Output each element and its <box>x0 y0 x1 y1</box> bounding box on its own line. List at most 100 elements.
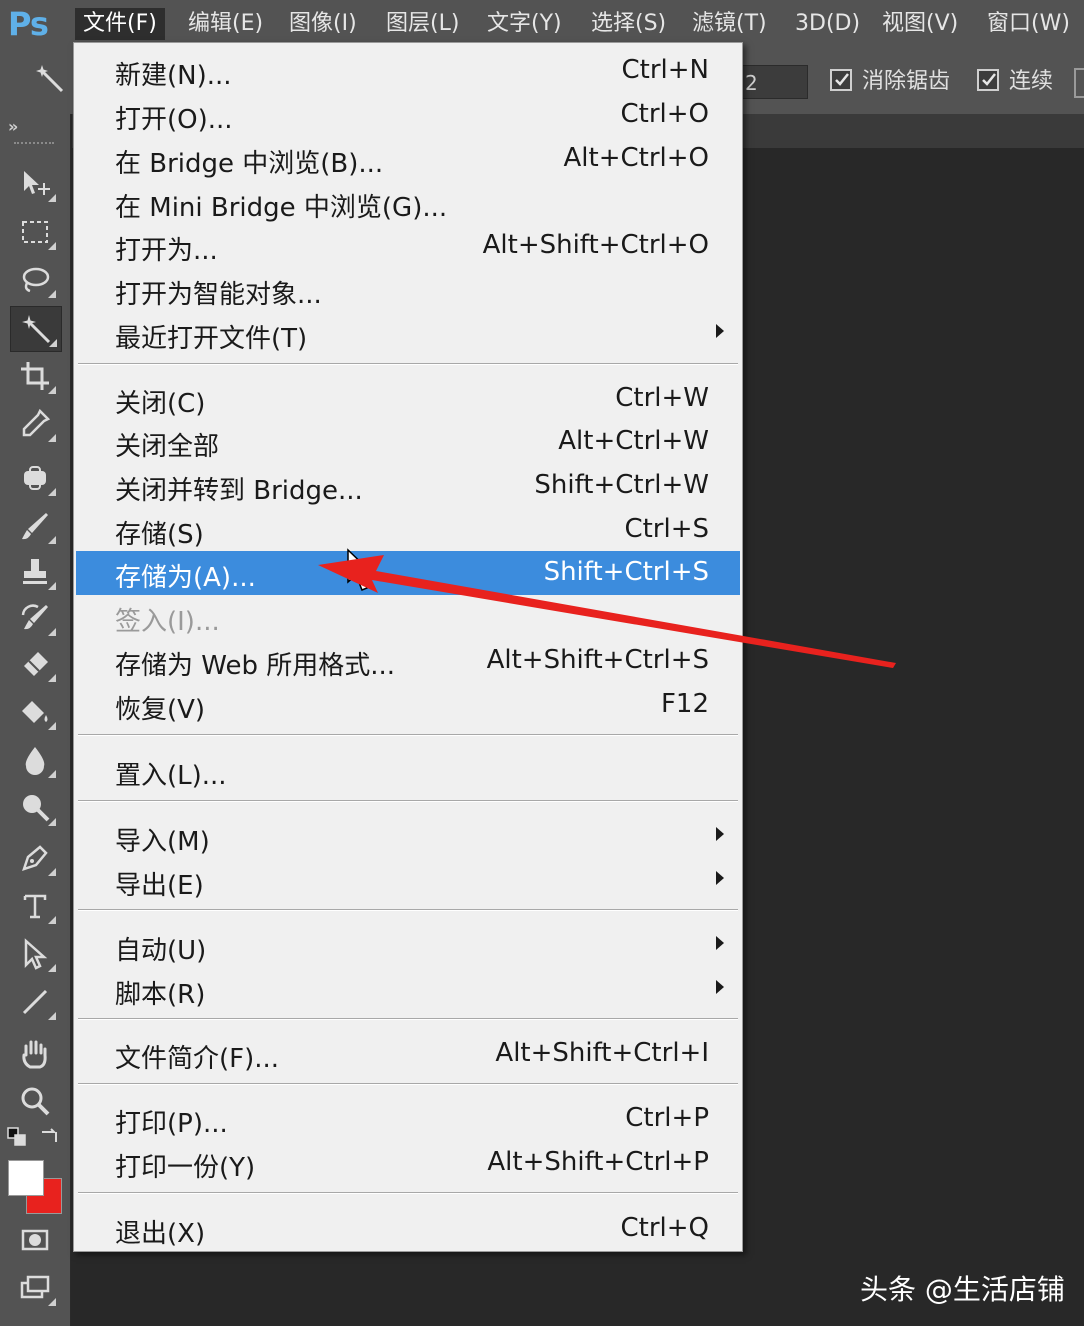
menu-item-open-recent[interactable]: 最近打开文件(T) <box>74 312 742 356</box>
default-colors-icon[interactable] <box>4 1124 30 1150</box>
menu-item-automate[interactable]: 自动(U) <box>74 924 742 968</box>
magic-wand-preset-icon[interactable] <box>26 58 76 102</box>
menu-item-open-as[interactable]: 打开为... Alt+Shift+Ctrl+O <box>74 224 742 268</box>
menu-separator <box>78 1018 738 1020</box>
menu-item-shortcut: F12 <box>660 689 709 719</box>
brush-tool-icon[interactable] <box>10 504 60 548</box>
magic-wand-tool-icon[interactable] <box>10 306 62 352</box>
menu-item-import[interactable]: 导入(M) <box>74 815 742 859</box>
menu-item-label: 脚本(R) <box>115 980 206 1010</box>
menu-separator <box>78 734 738 736</box>
menu-item-shortcut: Ctrl+P <box>625 1103 709 1133</box>
menu-item-shortcut: Ctrl+W <box>615 383 709 413</box>
menu-type[interactable]: 文字(Y) <box>479 8 570 40</box>
menu-item-shortcut: Ctrl+O <box>620 99 709 129</box>
menu-item-label: 存储为 Web 所用格式... <box>115 651 396 681</box>
menu-item-label: 最近打开文件(T) <box>115 324 308 354</box>
zoom-tool-icon[interactable] <box>10 1080 60 1124</box>
menu-item-shortcut: Ctrl+N <box>621 55 710 85</box>
menu-item-label: 在 Bridge 中浏览(B)... <box>115 149 384 179</box>
crop-tool-icon[interactable] <box>10 354 60 398</box>
menu-item-file-info[interactable]: 文件简介(F)... Alt+Shift+Ctrl+I <box>74 1032 742 1076</box>
menu-item-check-in: 签入(I)... <box>74 595 742 639</box>
menu-item-save-for-web[interactable]: 存储为 Web 所用格式... Alt+Shift+Ctrl+S <box>74 639 742 683</box>
menu-item-browse-in-mini-bridge[interactable]: 在 Mini Bridge 中浏览(G)... <box>74 181 742 225</box>
menu-item-close[interactable]: 关闭(C) Ctrl+W <box>74 377 742 421</box>
menu-item-save-as[interactable]: 存储为(A)... Shift+Ctrl+S <box>76 551 740 595</box>
path-selection-tool-icon[interactable] <box>10 932 60 976</box>
menu-file[interactable]: 文件(F) <box>75 8 165 40</box>
menu-item-print-one-copy[interactable]: 打印一份(Y) Alt+Shift+Ctrl+P <box>74 1141 742 1185</box>
menu-select[interactable]: 选择(S) <box>583 8 674 40</box>
antialias-checkbox[interactable]: 消除锯齿 <box>830 67 950 97</box>
menu-separator <box>78 800 738 802</box>
blur-tool-icon[interactable] <box>10 738 60 782</box>
menu-item-open-as-smart-object[interactable]: 打开为智能对象... <box>74 268 742 312</box>
menu-item-print[interactable]: 打印(P)... Ctrl+P <box>74 1097 742 1141</box>
eyedropper-tool-icon[interactable] <box>10 402 60 446</box>
move-tool-icon[interactable] <box>10 162 60 206</box>
menu-item-save[interactable]: 存储(S) Ctrl+S <box>74 508 742 552</box>
menu-item-browse-in-bridge[interactable]: 在 Bridge 中浏览(B)... Alt+Ctrl+O <box>74 137 742 181</box>
pen-tool-icon[interactable] <box>10 836 60 880</box>
menu-item-shortcut: Alt+Shift+Ctrl+I <box>495 1038 709 1068</box>
menu-item-revert[interactable]: 恢复(V) F12 <box>74 683 742 727</box>
tolerance-input[interactable]: 2 <box>742 65 808 99</box>
menu-separator <box>78 363 738 365</box>
menu-3d[interactable]: 3D(D) <box>787 8 868 40</box>
menu-item-label: 退出(X) <box>115 1219 206 1249</box>
menu-item-label: 关闭(C) <box>115 389 206 419</box>
menu-image[interactable]: 图像(I) <box>281 8 365 40</box>
menu-item-new[interactable]: 新建(N)... Ctrl+N <box>74 49 742 93</box>
contiguous-checkbox[interactable]: 连续 <box>977 67 1053 97</box>
menu-item-shortcut: Ctrl+Q <box>620 1213 709 1243</box>
menu-item-shortcut: Alt+Ctrl+O <box>563 143 709 173</box>
clone-stamp-tool-icon[interactable] <box>10 550 60 594</box>
submenu-arrow-icon <box>716 936 724 950</box>
line-tool-icon[interactable] <box>10 980 60 1024</box>
menu-separator <box>78 909 738 911</box>
menu-item-label: 存储为(A)... <box>115 563 256 593</box>
menu-item-shortcut: Shift+Ctrl+W <box>534 470 709 500</box>
menu-layer[interactable]: 图层(L) <box>378 8 467 40</box>
menu-item-scripts[interactable]: 脚本(R) <box>74 968 742 1012</box>
menu-item-shortcut: Alt+Shift+Ctrl+O <box>482 230 709 260</box>
hand-tool-icon[interactable] <box>10 1032 60 1076</box>
dodge-tool-icon[interactable] <box>10 786 60 830</box>
menu-separator <box>78 1192 738 1194</box>
menu-item-label: 导出(E) <box>115 871 204 901</box>
menu-item-close-all[interactable]: 关闭全部 Alt+Ctrl+W <box>74 420 742 464</box>
menu-edit[interactable]: 编辑(E) <box>180 8 271 40</box>
menu-item-label: 文件简介(F)... <box>115 1044 280 1074</box>
menu-item-place[interactable]: 置入(L)... <box>74 749 742 793</box>
watermark: 头条 @生活店铺 <box>860 1273 1065 1306</box>
history-brush-tool-icon[interactable] <box>10 596 60 640</box>
menu-item-export[interactable]: 导出(E) <box>74 859 742 903</box>
foreground-color-swatch[interactable] <box>8 1160 44 1196</box>
lasso-tool-icon[interactable] <box>10 258 60 302</box>
menu-item-exit[interactable]: 退出(X) Ctrl+Q <box>74 1207 742 1251</box>
menu-item-label: 在 Mini Bridge 中浏览(G)... <box>115 193 448 223</box>
menu-item-shortcut: Shift+Ctrl+S <box>543 557 709 587</box>
menu-item-shortcut: Alt+Shift+Ctrl+P <box>487 1147 709 1177</box>
menu-item-open[interactable]: 打开(O)... Ctrl+O <box>74 93 742 137</box>
paint-bucket-tool-icon[interactable] <box>10 690 60 734</box>
menu-view[interactable]: 视图(V) <box>874 8 966 40</box>
photoshop-logo: Ps <box>8 5 49 43</box>
screen-mode-icon[interactable] <box>10 1266 60 1310</box>
menu-item-shortcut: Alt+Shift+Ctrl+S <box>486 645 709 675</box>
menu-item-label: 新建(N)... <box>115 61 232 91</box>
quick-mask-icon[interactable] <box>10 1218 60 1262</box>
menu-window[interactable]: 窗口(W) <box>979 8 1078 40</box>
submenu-arrow-icon <box>716 324 724 338</box>
type-tool-icon[interactable] <box>10 884 60 928</box>
eraser-tool-icon[interactable] <box>10 642 60 686</box>
healing-brush-tool-icon[interactable] <box>10 456 60 500</box>
swap-colors-icon[interactable] <box>36 1124 62 1150</box>
menu-item-label: 关闭并转到 Bridge... <box>115 476 363 506</box>
menu-item-label: 签入(I)... <box>115 607 220 637</box>
menu-filter[interactable]: 滤镜(T) <box>684 8 775 40</box>
marquee-tool-icon[interactable] <box>10 210 60 254</box>
collapse-panel-icon[interactable]: » <box>8 117 18 136</box>
menu-item-close-and-go-to-bridge[interactable]: 关闭并转到 Bridge... Shift+Ctrl+W <box>74 464 742 508</box>
